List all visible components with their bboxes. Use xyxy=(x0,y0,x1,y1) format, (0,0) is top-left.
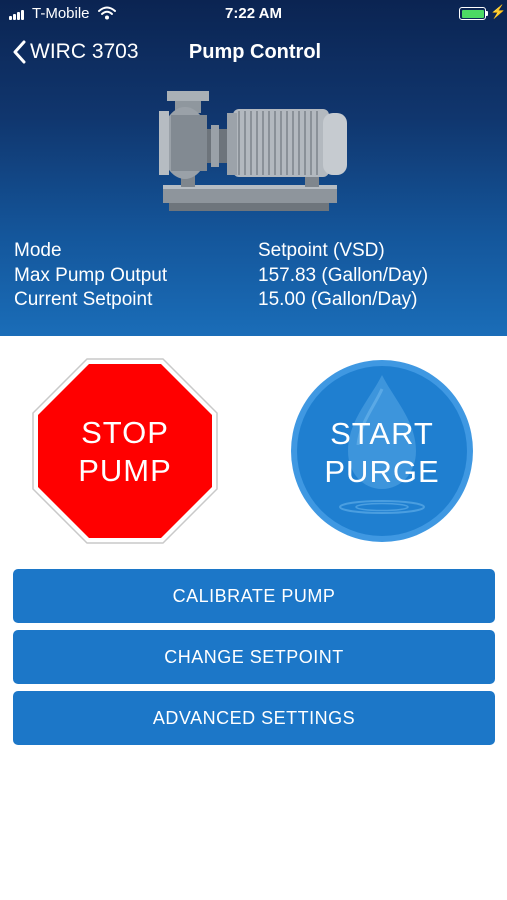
start-purge-button[interactable]: START PURGE xyxy=(290,359,474,543)
nav-bar: WIRC 3703 Pump Control xyxy=(0,28,507,76)
purge-line-2: PURGE xyxy=(324,454,440,489)
status-bar: T-Mobile 7:22 AM ⚡ xyxy=(0,0,507,28)
purge-line-1: START xyxy=(330,416,434,451)
battery-icon xyxy=(459,7,486,20)
stop-pump-button[interactable]: STOP PUMP xyxy=(32,358,218,544)
calibrate-pump-button[interactable]: CALIBRATE PUMP xyxy=(13,569,495,623)
back-button[interactable]: WIRC 3703 xyxy=(12,38,139,66)
mode-label: Mode xyxy=(14,240,62,261)
advanced-settings-button[interactable]: ADVANCED SETTINGS xyxy=(13,691,495,745)
charging-icon: ⚡ xyxy=(490,4,507,19)
page-title: Pump Control xyxy=(188,41,322,63)
stop-pump-label: STOP PUMP xyxy=(32,414,218,490)
back-chevron-icon xyxy=(13,40,26,64)
pump-illustration xyxy=(159,91,347,211)
info-row-max-output: Max Pump Output 157.83 (Gallon/Day) xyxy=(14,264,494,289)
header-panel: T-Mobile 7:22 AM ⚡ WIRC 3703 Pump Contro… xyxy=(0,0,507,336)
setpoint-value: 15.00 (Gallon/Day) xyxy=(258,289,418,310)
info-row-mode: Mode Setpoint (VSD) xyxy=(14,239,494,264)
clock: 7:22 AM xyxy=(225,5,282,22)
start-purge-label: START PURGE xyxy=(290,415,474,491)
change-setpoint-button[interactable]: CHANGE SETPOINT xyxy=(13,630,495,684)
pump-info: Mode Setpoint (VSD) Max Pump Output 157.… xyxy=(14,239,494,313)
stop-line-2: PUMP xyxy=(78,453,172,488)
info-row-setpoint: Current Setpoint 15.00 (Gallon/Day) xyxy=(14,288,494,313)
setpoint-label: Current Setpoint xyxy=(14,289,153,310)
battery-cap xyxy=(486,11,488,16)
max-output-value: 157.83 (Gallon/Day) xyxy=(258,264,429,286)
stop-line-1: STOP xyxy=(81,415,169,450)
mode-value: Setpoint (VSD) xyxy=(258,240,385,261)
back-label: WIRC 3703 xyxy=(30,40,139,63)
max-output-label: Max Pump Output xyxy=(14,264,168,286)
